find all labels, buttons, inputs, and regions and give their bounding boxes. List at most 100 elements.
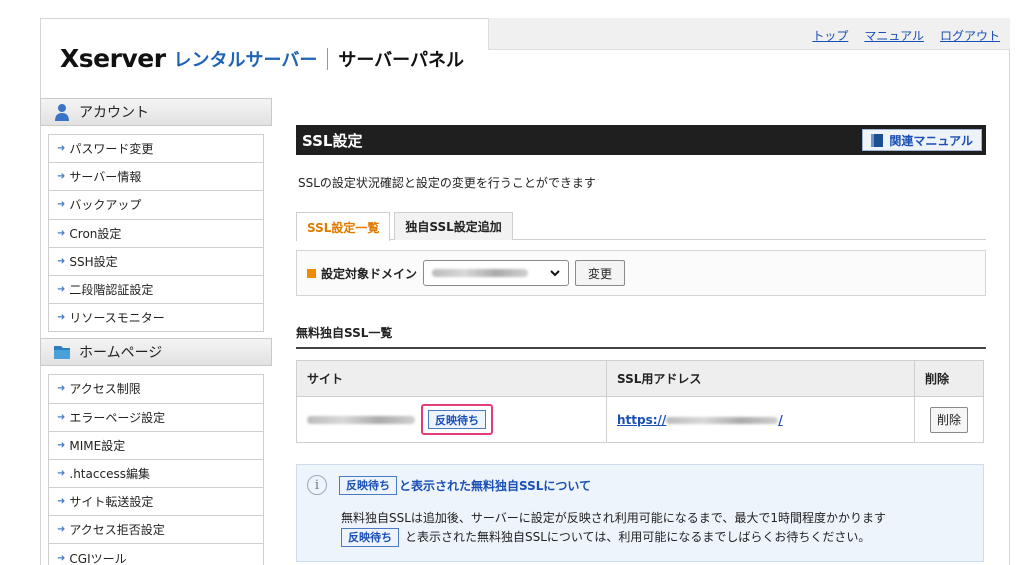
table-row: 反映待ち https:// / 削除 bbox=[296, 396, 984, 443]
sidebar-item-htaccess[interactable]: ➜ .htaccess編集 bbox=[49, 460, 263, 489]
sidebar-item-label: 二段階認証設定 bbox=[69, 283, 154, 298]
highlight-box: 反映待ち bbox=[421, 404, 493, 435]
info-line-2-text: と表示された無料独自SSLについては、利用可能になるまでしばらくお待ちください。 bbox=[405, 530, 871, 544]
delete-button[interactable]: 削除 bbox=[929, 406, 968, 433]
sidebar-item-label: サイト転送設定 bbox=[69, 495, 154, 510]
arrow-icon: ➜ bbox=[57, 199, 66, 211]
top-nav-bar: トップ マニュアル ログアウト bbox=[488, 18, 1010, 50]
nav-top-link[interactable]: トップ bbox=[812, 27, 848, 44]
url-prefix: https:// bbox=[617, 412, 667, 427]
domain-label: 設定対象ドメイン bbox=[321, 266, 418, 281]
sidebar-item-site-redirect[interactable]: ➜ サイト転送設定 bbox=[49, 488, 263, 517]
sidebar-item-access-limit[interactable]: ➜ アクセス制限 bbox=[49, 375, 263, 404]
sidebar-account-list: ➜ パスワード変更 ➜ サーバー情報 ➜ バックアップ ➜ Cron設定 ➜ SSH設定 … bbox=[48, 134, 264, 333]
info-title: と表示された無料独自SSLについて bbox=[399, 478, 592, 493]
redacted-domain bbox=[432, 269, 529, 277]
sidebar-item-error-page[interactable]: ➜ エラーページ設定 bbox=[49, 404, 263, 432]
info-icon: i bbox=[307, 475, 327, 495]
status-badge: 反映待ち bbox=[428, 410, 486, 429]
arrow-icon: ➜ bbox=[57, 439, 66, 451]
logo-rental: レンタルサーバー bbox=[173, 49, 318, 71]
info-header: i 反映待ち と表示された無料独自SSLについて bbox=[307, 475, 973, 495]
user-icon bbox=[55, 104, 69, 121]
col-site: サイト bbox=[296, 360, 607, 397]
sidebar-item-mime[interactable]: ➜ MIME設定 bbox=[49, 432, 263, 460]
arrow-icon: ➜ bbox=[57, 284, 66, 296]
arrow-icon: ➜ bbox=[57, 255, 66, 267]
domain-select[interactable] bbox=[423, 260, 570, 286]
arrow-icon: ➜ bbox=[57, 552, 66, 564]
sidebar-item-label: Cron設定 bbox=[69, 226, 122, 241]
sidebar-item-server-info[interactable]: ➜ サーバー情報 bbox=[49, 163, 263, 192]
redacted-site bbox=[307, 415, 415, 424]
sidebar-item-label: サーバー情報 bbox=[69, 170, 142, 185]
square-bullet-icon bbox=[307, 268, 316, 278]
sidebar: アカウント ➜ パスワード変更 ➜ サーバー情報 ➜ バックアップ ➜ Cron設定 ➜… bbox=[40, 98, 272, 565]
nav-logout-link[interactable]: ログアウト bbox=[940, 27, 1000, 44]
nav-manual-link[interactable]: マニュアル bbox=[864, 27, 924, 44]
sidebar-item-label: パスワード変更 bbox=[69, 142, 154, 157]
arrow-icon: ➜ bbox=[57, 467, 66, 479]
top-nav: トップ マニュアル ログアウト bbox=[812, 27, 1000, 44]
info-box: i 反映待ち と表示された無料独自SSLについて 無料独自SSLは追加後、サーバ… bbox=[296, 464, 984, 562]
sidebar-item-cron[interactable]: ➜ Cron設定 bbox=[49, 220, 263, 248]
ssl-table: サイト SSL用アドレス 削除 反映待ち https:// / 削除 bbox=[296, 360, 984, 443]
book-icon bbox=[871, 133, 884, 147]
sidebar-item-label: MIME設定 bbox=[69, 438, 126, 453]
related-manual-label: 関連マニュアル bbox=[889, 133, 973, 148]
tab-ssl-list[interactable]: SSL設定一覧 bbox=[296, 212, 391, 241]
tab-bar: SSL設定一覧 独自SSL設定追加 bbox=[296, 212, 986, 241]
sidebar-item-access-deny[interactable]: ➜ アクセス拒否設定 bbox=[49, 516, 263, 545]
sidebar-heading-label: アカウント bbox=[79, 105, 149, 121]
sidebar-item-backup[interactable]: ➜ バックアップ bbox=[49, 191, 263, 220]
domain-selector-box: 設定対象ドメイン 変更 bbox=[296, 250, 986, 296]
arrow-icon: ➜ bbox=[57, 496, 66, 508]
logo[interactable]: Xserver レンタルサーバー サーバーパネル bbox=[60, 44, 464, 73]
sidebar-item-resource-monitor[interactable]: ➜ リソースモニター bbox=[49, 304, 263, 333]
ssl-address-link[interactable]: https:// / bbox=[617, 413, 783, 427]
logo-panel: サーバーパネル bbox=[338, 49, 464, 71]
redacted-url bbox=[666, 416, 779, 424]
sidebar-item-label: アクセス拒否設定 bbox=[69, 523, 165, 538]
col-ssl-address: SSL用アドレス bbox=[606, 360, 915, 397]
site-cell: 反映待ち bbox=[296, 396, 607, 443]
status-badge: 反映待ち bbox=[341, 528, 399, 547]
sidebar-heading-homepage[interactable]: ホームページ bbox=[40, 338, 272, 367]
info-line-2: 反映待ち と表示された無料独自SSLについては、利用可能になるまでしばらくお待ちく… bbox=[341, 528, 973, 547]
header: トップ マニュアル ログアウト Xserver レンタルサーバー サーバーパネル bbox=[40, 18, 1010, 98]
page-title-bar: SSL設定 関連マニュアル bbox=[296, 125, 986, 155]
sidebar-item-label: .htaccess編集 bbox=[69, 466, 150, 481]
status-badge: 反映待ち bbox=[339, 475, 397, 495]
sidebar-item-password[interactable]: ➜ パスワード変更 bbox=[49, 135, 263, 164]
sidebar-item-2fa[interactable]: ➜ 二段階認証設定 bbox=[49, 276, 263, 305]
sidebar-heading-account[interactable]: アカウント bbox=[40, 98, 272, 126]
sidebar-heading-label: ホームページ bbox=[79, 345, 163, 362]
page-title: SSL設定 bbox=[302, 131, 363, 150]
sidebar-item-label: アクセス制限 bbox=[69, 382, 141, 397]
arrow-icon: ➜ bbox=[57, 171, 66, 183]
sidebar-homepage-list: ➜ アクセス制限 ➜ エラーページ設定 ➜ MIME設定 ➜ .htaccess編集 ➜… bbox=[48, 374, 264, 565]
sidebar-item-label: SSH設定 bbox=[69, 254, 118, 269]
arrow-icon: ➜ bbox=[57, 143, 66, 155]
sidebar-item-cgi-tool[interactable]: ➜ CGIツール bbox=[49, 544, 263, 565]
folder-icon bbox=[54, 346, 70, 360]
sidebar-item-label: バックアップ bbox=[69, 198, 142, 213]
col-delete: 削除 bbox=[914, 360, 984, 397]
tab-add-ssl[interactable]: 独自SSL設定追加 bbox=[394, 212, 513, 240]
arrow-icon: ➜ bbox=[57, 312, 66, 324]
arrow-icon: ➜ bbox=[57, 383, 66, 395]
related-manual-button[interactable]: 関連マニュアル bbox=[862, 129, 982, 151]
delete-cell: 削除 bbox=[914, 396, 984, 443]
sidebar-item-ssh[interactable]: ➜ SSH設定 bbox=[49, 248, 263, 276]
change-button[interactable]: 変更 bbox=[575, 260, 626, 286]
sidebar-item-label: CGIツール bbox=[69, 551, 127, 565]
page-description: SSLの設定状況確認と設定の変更を行うことができます bbox=[298, 176, 596, 190]
arrow-icon: ➜ bbox=[57, 411, 66, 423]
main-content: SSL設定 関連マニュアル SSLの設定状況確認と設定の変更を行うことができます… bbox=[296, 98, 986, 562]
url-suffix: / bbox=[778, 412, 783, 427]
arrow-icon: ➜ bbox=[57, 524, 66, 536]
logo-separator bbox=[327, 47, 329, 70]
info-line-1: 無料独自SSLは追加後、サーバーに設定が反映され利用可能になるまで、最大で1時間… bbox=[341, 511, 886, 525]
logo-brand: Xserver bbox=[60, 44, 166, 73]
sidebar-item-label: エラーページ設定 bbox=[69, 410, 166, 425]
